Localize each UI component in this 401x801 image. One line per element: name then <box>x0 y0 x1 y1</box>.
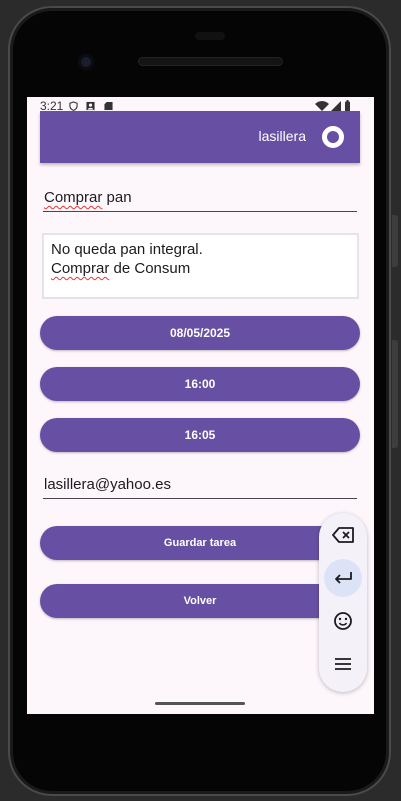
gesture-nav-handle[interactable] <box>155 702 245 705</box>
account-icon[interactable] <box>322 126 344 148</box>
top-speaker <box>195 32 225 40</box>
task-title-input[interactable]: Comprar pan <box>43 186 357 212</box>
shield-icon <box>69 101 78 111</box>
earpiece <box>138 57 283 66</box>
menu-icon[interactable] <box>324 645 362 683</box>
task-notes-input[interactable]: No queda pan integral. Comprar de Consum <box>42 233 359 299</box>
backspace-icon[interactable] <box>324 516 362 554</box>
email-field[interactable]: lasillera@yahoo.es <box>43 473 357 499</box>
misspelled-word: Comprar <box>51 260 110 277</box>
keyboard-toolbar <box>319 513 367 692</box>
back-button[interactable]: Volver <box>40 584 360 618</box>
sd-card-icon <box>104 101 113 111</box>
app-screen: 3:21 lasillera Comprar pan No queda pan … <box>27 97 374 714</box>
power-button <box>392 340 398 448</box>
notes-text: de Consum <box>109 260 191 277</box>
app-bar: lasillera <box>40 111 360 163</box>
volume-button <box>392 215 398 267</box>
title-text: pan <box>102 189 132 206</box>
misspelled-word: Comprar <box>44 189 103 206</box>
notes-line-2: Comprar de Consum <box>51 259 350 278</box>
emoji-icon[interactable] <box>324 602 362 640</box>
end-time-button[interactable]: 16:05 <box>40 418 360 452</box>
date-button[interactable]: 08/05/2025 <box>40 316 360 350</box>
notes-line-1: No queda pan integral. <box>51 241 203 258</box>
front-camera <box>78 54 94 70</box>
start-time-button[interactable]: 16:00 <box>40 367 360 401</box>
contact-icon <box>86 101 95 111</box>
enter-icon[interactable] <box>324 559 362 597</box>
username-label: lasillera <box>258 128 306 144</box>
save-task-button[interactable]: Guardar tarea <box>40 526 360 560</box>
